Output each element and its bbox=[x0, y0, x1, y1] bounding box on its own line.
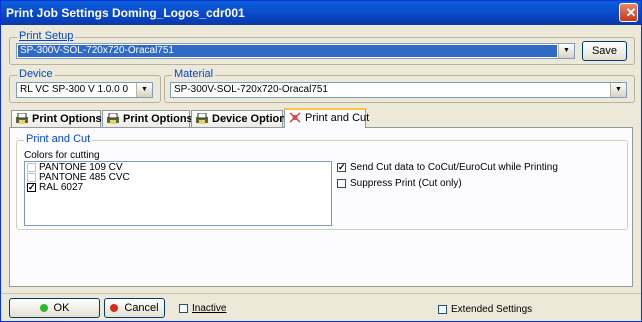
cancel-button[interactable]: Cancel bbox=[104, 298, 165, 318]
footer-divider bbox=[1, 293, 641, 294]
checkbox[interactable] bbox=[27, 163, 36, 172]
ok-button[interactable]: OK bbox=[9, 298, 100, 318]
list-item[interactable]: ✓ RAL 6027 bbox=[25, 183, 331, 193]
inactive-label: Inactive bbox=[192, 303, 227, 314]
tab-device-options[interactable]: Device Options bbox=[191, 110, 292, 127]
print-job-settings-window: Print Job Settings Doming_Logos_cdr001 ✕… bbox=[0, 0, 642, 322]
extended-settings-label: Extended Settings bbox=[451, 304, 533, 315]
tab-label: Print and Cut bbox=[305, 112, 370, 124]
close-button[interactable]: ✕ bbox=[619, 3, 638, 22]
title-bar[interactable]: Print Job Settings Doming_Logos_cdr001 ✕ bbox=[1, 1, 641, 25]
chevron-down-icon[interactable]: ▼ bbox=[558, 44, 574, 58]
tab-label: Device Options bbox=[212, 113, 293, 125]
chevron-down-icon[interactable]: ▼ bbox=[136, 83, 152, 97]
checkbox[interactable] bbox=[27, 173, 36, 182]
save-button[interactable]: Save bbox=[582, 41, 627, 61]
material-combo[interactable]: SP-300V-SOL-720x720-Oracal751 ▼ bbox=[170, 82, 627, 98]
extended-settings-checkbox[interactable] bbox=[438, 305, 447, 314]
send-cut-label: Send Cut data to CoCut/EuroCut while Pri… bbox=[350, 162, 558, 173]
inactive-checkbox[interactable] bbox=[179, 304, 188, 313]
window-title: Print Job Settings Doming_Logos_cdr001 bbox=[6, 6, 245, 20]
ok-status-icon bbox=[39, 304, 48, 312]
colors-for-cutting-label: Colors for cutting bbox=[24, 150, 100, 161]
print-setup-label: Print Setup bbox=[17, 30, 76, 42]
print-setup-combo[interactable]: SP-300V-SOL-720x720-Oracal751 ▼ bbox=[16, 43, 575, 59]
send-cut-checkbox[interactable]: ✓ bbox=[337, 163, 346, 172]
device-combo[interactable]: RL VC SP-300 V 1.0.0 0 ▼ bbox=[16, 82, 153, 98]
tab-print-and-cut[interactable]: Print and Cut bbox=[284, 108, 370, 128]
tab-print-options-1[interactable]: Print Options 1 bbox=[11, 110, 111, 127]
suppress-print-label: Suppress Print (Cut only) bbox=[350, 178, 462, 189]
colors-listbox[interactable]: PANTONE 109 CV PANTONE 485 CVC ✓ RAL 602… bbox=[24, 161, 332, 226]
print-setup-value: SP-300V-SOL-720x720-Oracal751 bbox=[18, 45, 557, 57]
print-and-cut-panel: Print and Cut Colors for cutting PANTONE… bbox=[9, 127, 633, 287]
ok-label: OK bbox=[53, 302, 70, 314]
printer-icon bbox=[16, 113, 28, 124]
cancel-label: Cancel bbox=[124, 302, 159, 314]
checkbox-checked[interactable]: ✓ bbox=[27, 183, 36, 192]
printer-icon bbox=[107, 113, 119, 124]
save-button-label: Save bbox=[591, 45, 618, 57]
close-icon: ✕ bbox=[625, 5, 637, 20]
cut-icon bbox=[289, 112, 301, 123]
device-value: RL VC SP-300 V 1.0.0 0 bbox=[20, 84, 129, 95]
cancel-status-icon bbox=[110, 304, 119, 312]
print-and-cut-group-label: Print and Cut bbox=[24, 133, 93, 145]
tab-print-options-2[interactable]: Print Options 2 bbox=[102, 110, 202, 127]
color-name: RAL 6027 bbox=[39, 182, 84, 193]
material-value: SP-300V-SOL-720x720-Oracal751 bbox=[174, 84, 328, 95]
printer-icon bbox=[196, 113, 208, 124]
device-label: Device bbox=[17, 68, 55, 80]
chevron-down-icon[interactable]: ▼ bbox=[610, 83, 626, 97]
suppress-print-checkbox[interactable] bbox=[337, 179, 346, 188]
tab-label: Print Options 1 bbox=[32, 113, 111, 125]
material-label: Material bbox=[172, 68, 216, 80]
